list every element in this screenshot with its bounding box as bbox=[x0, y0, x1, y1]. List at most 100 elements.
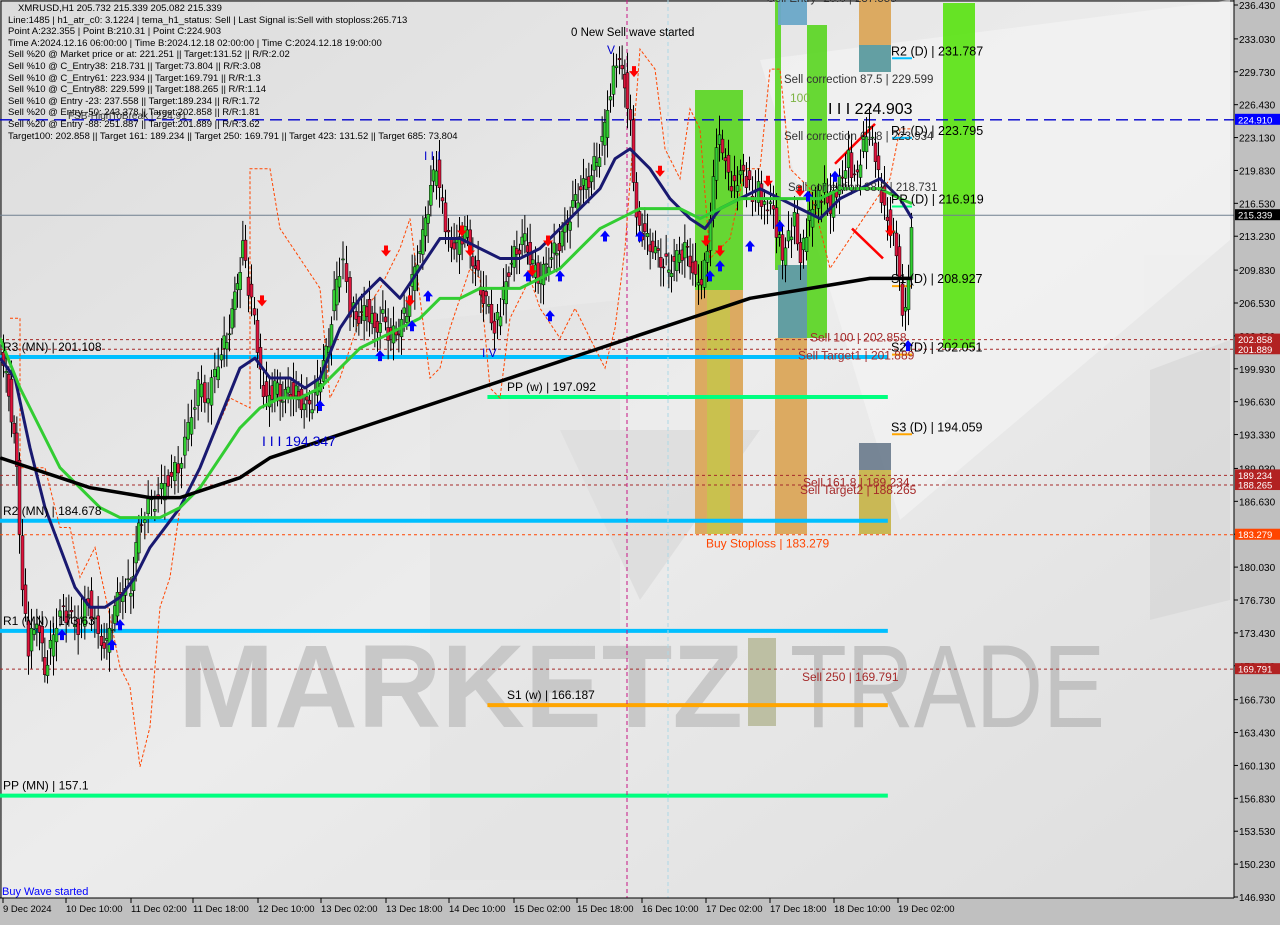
info-line: Sell %10 @ Entry -23: 237.558 || Target:… bbox=[8, 95, 260, 107]
candle-bull bbox=[498, 316, 503, 327]
candle-bear bbox=[61, 605, 66, 608]
price-tag-label: 215.339 bbox=[1238, 211, 1272, 222]
candle-bear bbox=[169, 471, 174, 477]
y-tick-label: 233.030 bbox=[1239, 35, 1276, 46]
candle-bear bbox=[517, 249, 522, 255]
x-tick-label: 18 Dec 10:00 bbox=[834, 904, 891, 915]
candle-bull bbox=[213, 369, 217, 378]
candle-bull bbox=[115, 592, 120, 617]
candle-bull bbox=[4, 371, 8, 374]
candle-bull bbox=[735, 185, 740, 192]
candle-bear bbox=[873, 142, 878, 162]
candle-bear bbox=[774, 207, 779, 238]
candle-bear bbox=[264, 381, 269, 397]
zone-rect bbox=[859, 0, 891, 45]
chart-annotation: 0 New Sell wave started bbox=[571, 27, 694, 39]
y-tick-label: 206.530 bbox=[1239, 299, 1276, 310]
y-tick-label: 236.430 bbox=[1239, 1, 1276, 12]
candle-bear bbox=[12, 422, 16, 434]
candle-bull bbox=[813, 203, 818, 206]
chart-annotation: I V bbox=[482, 346, 497, 360]
candle-bear bbox=[699, 279, 704, 286]
candle-bear bbox=[443, 202, 448, 233]
x-tick-label: 13 Dec 02:00 bbox=[321, 904, 378, 915]
candle-bull bbox=[193, 407, 197, 410]
candle-bull bbox=[219, 354, 224, 361]
candle-bull bbox=[705, 250, 710, 263]
candle-bull bbox=[523, 233, 527, 242]
candle-bull bbox=[804, 237, 809, 252]
price-tag-label: 188.265 bbox=[1238, 481, 1272, 492]
x-tick-label: 16 Dec 10:00 bbox=[642, 904, 699, 915]
chart-annotation: Sell correction 38.2 | 218.731 bbox=[788, 182, 937, 194]
candle-bull bbox=[504, 281, 508, 305]
candle-bull bbox=[843, 170, 848, 179]
target-level-label: Sell 100 | 202.858 bbox=[810, 331, 907, 345]
candle-bear bbox=[726, 154, 731, 173]
candle-bear bbox=[855, 169, 860, 173]
candle-bull bbox=[196, 379, 200, 406]
candle-bear bbox=[819, 201, 824, 203]
candle-bear bbox=[759, 183, 764, 207]
candle-bull bbox=[189, 417, 194, 435]
zone-rect bbox=[707, 290, 730, 534]
y-axis[interactable]: 236.430 233.030 229.730 226.430 223.130 219.8… bbox=[1233, 0, 1280, 920]
chart-annotation: Sell correction 61.8 | 223.934 bbox=[784, 131, 934, 143]
candle-bull bbox=[434, 170, 439, 186]
candle-bull bbox=[32, 629, 36, 635]
candle-bear bbox=[492, 320, 497, 334]
info-line: Point A:232.355 | Point B:210.31 | Point… bbox=[8, 26, 222, 38]
candle-bull bbox=[645, 233, 650, 238]
target-level-label: Sell Target1 | 201.889 bbox=[798, 348, 915, 362]
candle-bull bbox=[531, 259, 535, 264]
candle-bear bbox=[305, 396, 309, 401]
candle-bull bbox=[126, 578, 130, 581]
chart-annotation: Buy Wave started bbox=[2, 886, 88, 898]
watermark-right-text: TRADE bbox=[790, 621, 1105, 753]
candle-bull bbox=[179, 463, 184, 469]
x-tick-label: 15 Dec 02:00 bbox=[514, 904, 571, 915]
candle-bull bbox=[238, 272, 242, 290]
price-tag-label: 169.791 bbox=[1238, 665, 1272, 676]
candle-bear bbox=[255, 320, 260, 353]
candle-bear bbox=[20, 535, 25, 591]
candle-bull bbox=[230, 308, 234, 329]
info-line: Sell %20 @ Entry -88: 251.887 || Target:… bbox=[8, 118, 260, 130]
candle-bear bbox=[771, 205, 776, 210]
candle-bull bbox=[560, 231, 564, 247]
pivot-level-label: PP (w) | 197.092 bbox=[507, 380, 596, 394]
candle-bull bbox=[45, 664, 50, 676]
chart-annotation: 100 bbox=[790, 91, 810, 105]
candle-bull bbox=[903, 307, 908, 312]
candle-bear bbox=[849, 152, 854, 178]
candle-bull bbox=[608, 96, 613, 101]
chart-area[interactable]: MARKETZ TRADE R3 (MN) | 201.108 R2 (MN) | … bbox=[0, 0, 1280, 920]
candle-bull bbox=[209, 377, 214, 406]
y-tick-label: 213.230 bbox=[1239, 232, 1276, 243]
candle-bull bbox=[341, 258, 345, 261]
y-tick-label: 163.430 bbox=[1239, 729, 1276, 740]
x-tick-label: 11 Dec 18:00 bbox=[193, 904, 249, 915]
price-tag-label: 201.889 bbox=[1238, 345, 1272, 356]
candle-bear bbox=[744, 175, 749, 188]
candle-bull bbox=[614, 65, 619, 69]
info-line: Sell %10 @ C_Entry88: 229.599 || Target:… bbox=[8, 84, 267, 96]
y-tick-label: 196.630 bbox=[1239, 398, 1276, 409]
y-tick-label: 209.830 bbox=[1239, 266, 1276, 277]
candle-bull bbox=[544, 263, 548, 266]
candle-bull bbox=[867, 126, 872, 128]
candle-bear bbox=[840, 176, 845, 179]
candle-bear bbox=[685, 246, 690, 248]
candle-bull bbox=[431, 169, 436, 182]
candle-bull bbox=[405, 316, 409, 323]
x-tick-label: 12 Dec 10:00 bbox=[258, 904, 315, 915]
chart-title: XMRUSD,H1 205.732 215.339 205.082 215.33… bbox=[18, 3, 222, 14]
candle-bull bbox=[302, 403, 306, 411]
candle-bear bbox=[661, 266, 666, 269]
candle-bull bbox=[611, 65, 616, 95]
y-tick-label: 186.630 bbox=[1239, 497, 1276, 508]
candle-bear bbox=[876, 155, 881, 171]
candle-bear bbox=[261, 385, 266, 398]
daily-level-label: R2 (D) | 231.787 bbox=[891, 44, 983, 58]
candle-bear bbox=[732, 175, 737, 182]
